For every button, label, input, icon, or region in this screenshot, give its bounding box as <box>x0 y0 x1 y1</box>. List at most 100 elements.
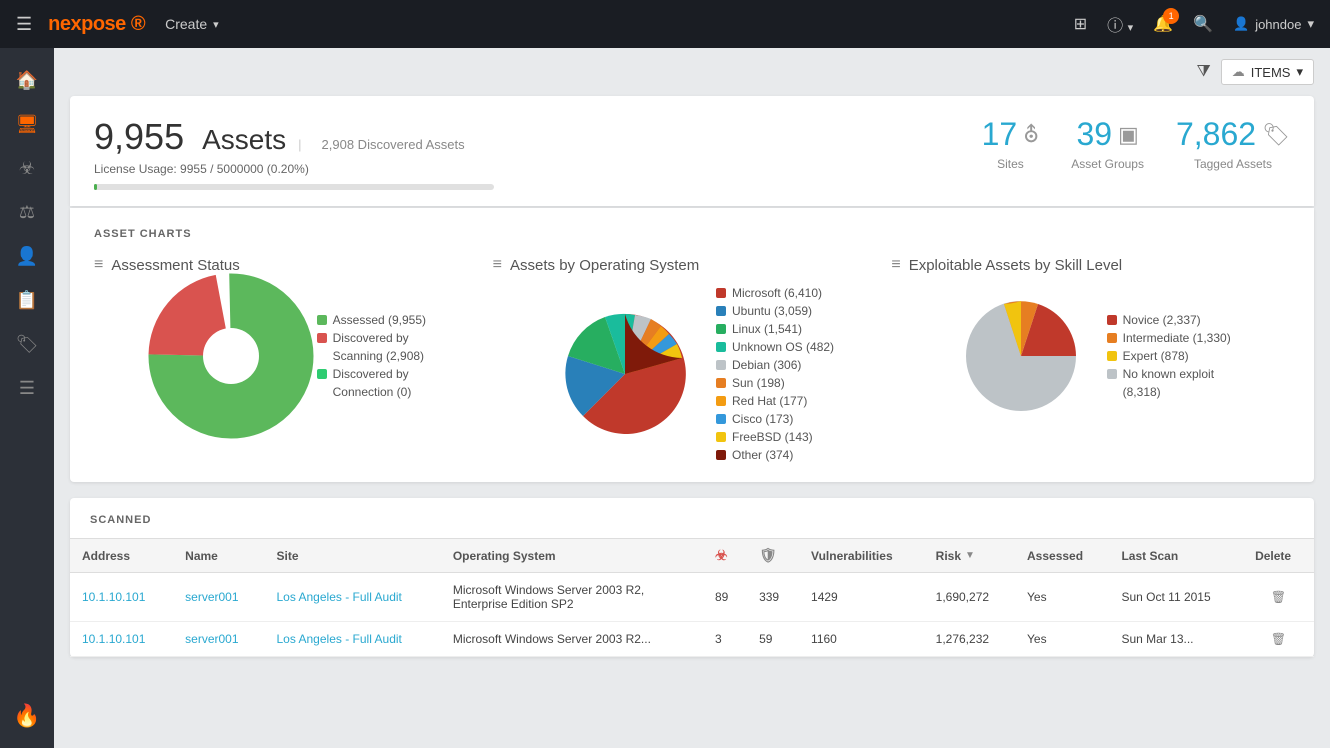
grid-icon[interactable]: ⊞ <box>1074 14 1087 34</box>
sites-stat: 17 ⛢ Sites <box>982 116 1040 171</box>
user-menu[interactable]: 👤 johndoe ▾ <box>1233 16 1314 32</box>
sidebar-item-administration[interactable]: 📋 <box>7 280 47 320</box>
sidebar-item-list[interactable]: ☰ <box>7 368 47 408</box>
col-address: Address <box>70 539 173 573</box>
cell-vuln1: 89 <box>703 573 747 622</box>
site-link[interactable]: Los Angeles - Full Audit <box>276 590 401 604</box>
cell-vuln1: 3 <box>703 622 747 657</box>
exploitable-menu-icon[interactable]: ≡ <box>891 256 900 274</box>
col-site: Site <box>264 539 440 573</box>
cell-os: Microsoft Windows Server 2003 R2,Enterpr… <box>441 573 703 622</box>
sidebar-item-policies[interactable]: ⚖ <box>7 192 47 232</box>
filter-icon[interactable]: ⧩ <box>1196 63 1210 81</box>
assessment-menu-icon[interactable]: ≡ <box>94 256 103 274</box>
notification-badge: 1 <box>1163 8 1179 24</box>
transparent-dot2 <box>317 387 327 397</box>
sidebar-logo-bottom[interactable]: 🔥 <box>7 696 47 736</box>
os-chart: ≡ Assets by Operating System <box>493 256 892 462</box>
assessed-color <box>317 315 327 325</box>
tagged-icon: 🏷 <box>1262 122 1290 148</box>
assets-count-number: 9,955 <box>94 116 184 157</box>
connection-color <box>317 369 327 379</box>
name-link[interactable]: server001 <box>185 632 238 646</box>
license-progress-fill <box>94 184 97 190</box>
search-icon[interactable]: 🔍 <box>1193 14 1213 34</box>
col-assessed: Assessed <box>1015 539 1109 573</box>
top-nav: ☰ nexpose ® Create ▾ ⊞ ⓘ ▾ 🔔 1 🔍 👤 johnd… <box>0 0 1330 48</box>
col-os: Operating System <box>441 539 703 573</box>
cell-assessed: Yes <box>1015 622 1109 657</box>
address-link[interactable]: 10.1.10.101 <box>82 632 145 646</box>
col-risk[interactable]: Risk ▼ <box>924 539 1015 573</box>
cell-site: Los Angeles - Full Audit <box>264 573 440 622</box>
os-pie-wrap: Microsoft (6,410) Ubuntu (3,059) Linux (… <box>550 286 834 462</box>
legend-connection-sub: Connection (0) <box>317 385 426 399</box>
cell-os: Microsoft Windows Server 2003 R2... <box>441 622 703 657</box>
assessment-chart-header: ≡ Assessment Status <box>94 256 493 274</box>
user-chevron-icon: ▾ <box>1307 16 1314 32</box>
table-row: 10.1.10.101 server001 Los Angeles - Full… <box>70 622 1314 657</box>
legend-intermediate: Intermediate (1,330) <box>1107 331 1231 345</box>
col-name: Name <box>173 539 264 573</box>
items-button[interactable]: ☁ ITEMS ▾ <box>1221 59 1314 85</box>
assessment-pie-wrap: Assessed (9,955) Discovered by Scanning … <box>161 286 426 426</box>
exploitable-pie-chart <box>951 286 1091 426</box>
cell-last-scan: Sun Mar 13... <box>1109 622 1243 657</box>
legend-connection: Discovered by <box>317 367 426 381</box>
name-link[interactable]: server001 <box>185 590 238 604</box>
main-content: ⧩ ☁ ITEMS ▾ 9,955 Assets | 2,908 Discove… <box>54 48 1330 748</box>
tagged-stat: 7,862 🏷 Tagged Assets <box>1176 116 1290 171</box>
hamburger-icon[interactable]: ☰ <box>16 14 32 35</box>
assets-header-card: 9,955 Assets | 2,908 Discovered Assets L… <box>70 96 1314 206</box>
cell-vuln2: 339 <box>747 573 799 622</box>
charts-card: ASSET CHARTS ≡ Assessment Status <box>70 208 1314 482</box>
legend-other: Other (374) <box>716 448 834 462</box>
scanned-title: SCANNED <box>70 514 1314 538</box>
username: johndoe <box>1255 17 1301 32</box>
sidebar-item-reports[interactable]: 👤 <box>7 236 47 276</box>
exploitable-title: Exploitable Assets by Skill Level <box>909 257 1122 274</box>
sidebar: 🏠 🖥 ☣ ⚖ 👤 📋 🏷 ☰ 🔥 <box>0 48 54 748</box>
create-button[interactable]: Create ▾ <box>165 16 219 32</box>
os-title: Assets by Operating System <box>510 257 699 274</box>
transparent-dot <box>317 351 327 361</box>
notification-icon[interactable]: 🔔 1 <box>1153 14 1173 34</box>
legend-unknown-os: Unknown OS (482) <box>716 340 834 354</box>
legend-cisco: Cisco (173) <box>716 412 834 426</box>
exploitable-chart: ≡ Exploitable Assets by Skill Level <box>891 256 1290 462</box>
legend-no-exploit-count: (8,318) <box>1107 385 1231 399</box>
content-topbar: ⧩ ☁ ITEMS ▾ <box>54 48 1330 96</box>
cell-delete[interactable]: 🗑 <box>1243 573 1314 622</box>
table-header: Address Name Site Operating System ☣ 🛡 V… <box>70 539 1314 573</box>
assets-count: 9,955 Assets <box>94 116 286 158</box>
items-chevron-icon: ▾ <box>1296 64 1303 80</box>
sidebar-item-tags[interactable]: 🏷 <box>7 324 47 364</box>
sidebar-item-assets[interactable]: 🖥 <box>7 104 47 144</box>
app-name: nexpose <box>48 13 126 35</box>
cell-name: server001 <box>173 573 264 622</box>
groups-label: Asset Groups <box>1071 157 1144 171</box>
site-link[interactable]: Los Angeles - Full Audit <box>276 632 401 646</box>
cell-assessed: Yes <box>1015 573 1109 622</box>
license-usage: License Usage: 9955 / 5000000 (0.20%) <box>94 162 494 176</box>
assessment-pie-chart <box>161 286 301 426</box>
items-label: ITEMS <box>1251 65 1291 80</box>
exploitable-legend: Novice (2,337) Intermediate (1,330) Expe… <box>1107 313 1231 399</box>
sidebar-item-home[interactable]: 🏠 <box>7 60 47 100</box>
address-link[interactable]: 10.1.10.101 <box>82 590 145 604</box>
scanned-table: Address Name Site Operating System ☣ 🛡 V… <box>70 538 1314 657</box>
legend-no-exploit: No known exploit <box>1107 367 1231 381</box>
os-legend: Microsoft (6,410) Ubuntu (3,059) Linux (… <box>716 286 834 462</box>
legend-assessed: Assessed (9,955) <box>317 313 426 327</box>
cell-delete[interactable]: 🗑 <box>1243 622 1314 657</box>
app-logo: nexpose ® <box>48 13 145 36</box>
assessment-legend: Assessed (9,955) Discovered by Scanning … <box>317 313 426 399</box>
nav-icons: ⊞ ⓘ ▾ 🔔 1 🔍 👤 johndoe ▾ <box>1074 12 1314 36</box>
os-menu-icon[interactable]: ≡ <box>493 256 502 274</box>
sidebar-item-vulnerabilities[interactable]: ☣ <box>7 148 47 188</box>
charts-title: ASSET CHARTS <box>94 228 1290 240</box>
legend-scanning-sub: Scanning (2,908) <box>317 349 426 363</box>
cell-last-scan: Sun Oct 11 2015 <box>1109 573 1243 622</box>
help-icon[interactable]: ⓘ ▾ <box>1107 12 1133 36</box>
assets-discovered: 2,908 Discovered Assets <box>322 137 465 152</box>
